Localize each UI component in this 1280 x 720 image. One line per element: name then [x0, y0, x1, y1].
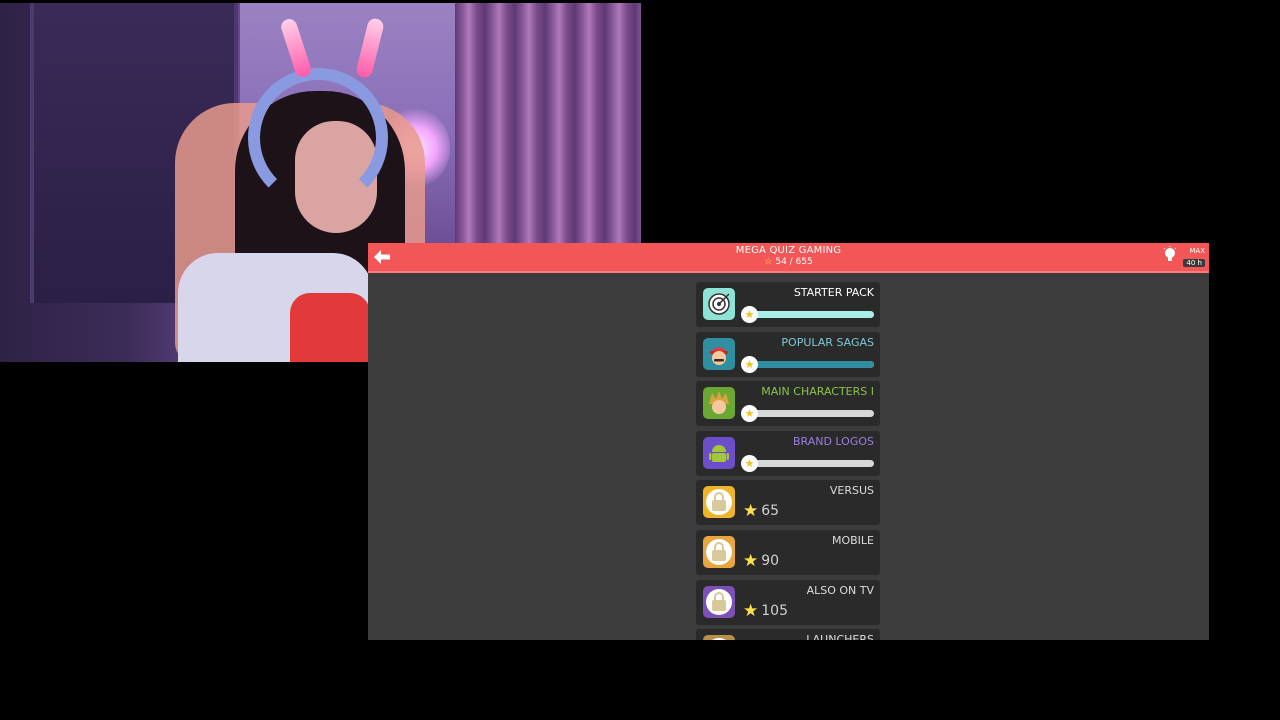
pack-card[interactable]: VERSUS ★ 65: [696, 480, 880, 526]
star-icon: ★: [743, 501, 759, 522]
spiky-hair-icon: [703, 387, 735, 420]
game-score-value: 54 / 655: [775, 257, 813, 267]
pack-card[interactable]: MOBILE ★ 90: [696, 529, 880, 575]
pack-progress-bar: [746, 459, 874, 467]
required-stars: ★ 105: [743, 601, 788, 621]
game-topbar: MEGA QUIZ GAMING ☆ 54 / 655 MAX 40 h: [368, 243, 1209, 273]
pack-card[interactable]: MAIN CHARACTERS I ★: [696, 381, 880, 427]
pack-progress-bar: [746, 410, 874, 418]
pack-label: STARTER PACK: [793, 286, 874, 299]
pack-card[interactable]: BRAND LOGOS ★: [696, 430, 880, 476]
progress-star-icon: ★: [741, 454, 758, 472]
pack-label: MOBILE: [831, 533, 874, 547]
lightbulb-icon: [1163, 246, 1177, 261]
pack-progress-fill: [746, 360, 874, 368]
pack-label: ALSO ON TV: [806, 583, 874, 597]
pack-card[interactable]: POPULAR SAGAS ★: [696, 331, 880, 377]
progress-star-icon: ★: [741, 306, 758, 323]
required-stars: ★ 90: [743, 551, 779, 571]
pack-label: LAUNCHERS: [806, 633, 874, 640]
progress-star-icon: ★: [741, 355, 758, 373]
game-window: MEGA QUIZ GAMING ☆ 54 / 655 MAX 40 h STAR…: [368, 243, 1209, 640]
mario-icon: [703, 337, 735, 370]
lock-icon: [703, 635, 735, 640]
pack-label: MAIN CHARACTERS I: [761, 385, 874, 399]
game-title: MEGA QUIZ GAMING: [735, 245, 842, 256]
star-icon: ★: [743, 600, 759, 621]
score-star-icon: ☆: [764, 257, 773, 267]
progress-star-icon: ★: [741, 405, 758, 423]
pack-card[interactable]: STARTER PACK ★: [696, 282, 880, 327]
lock-icon: [703, 585, 735, 618]
webcam-streamer-top: [290, 293, 370, 362]
pack-progress-bar: [746, 311, 874, 318]
target-icon: [703, 288, 735, 320]
required-stars-value: 90: [761, 552, 780, 569]
required-stars-value: 65: [761, 503, 780, 520]
required-stars: ★ 65: [743, 501, 779, 521]
required-stars-value: 105: [761, 602, 788, 619]
pack-progress-bar: [746, 360, 874, 368]
pack-progress-fill: [746, 311, 874, 318]
pack-card[interactable]: ALSO ON TV ★ 105: [696, 579, 880, 625]
android-icon: [703, 436, 735, 469]
pack-label: POPULAR SAGAS: [781, 335, 874, 349]
hints-counter[interactable]: MAX 40 h: [1161, 245, 1207, 269]
webcam-curtain: [455, 3, 641, 248]
hints-max-label: MAX: [1189, 247, 1205, 255]
pack-label: BRAND LOGOS: [792, 434, 874, 448]
game-score: ☆ 54 / 655: [368, 257, 1209, 267]
lock-icon: [703, 486, 735, 519]
pack-card[interactable]: LAUNCHERS: [696, 629, 880, 640]
pack-list: STARTER PACK ★ POPULAR SAGAS ★ MAIN CHARACTE…: [696, 282, 880, 640]
webcam-headset: [248, 68, 388, 208]
lock-icon: [703, 535, 735, 568]
hints-count: 40 h: [1183, 259, 1205, 267]
pack-label: VERSUS: [829, 484, 874, 498]
star-icon: ★: [743, 550, 759, 571]
